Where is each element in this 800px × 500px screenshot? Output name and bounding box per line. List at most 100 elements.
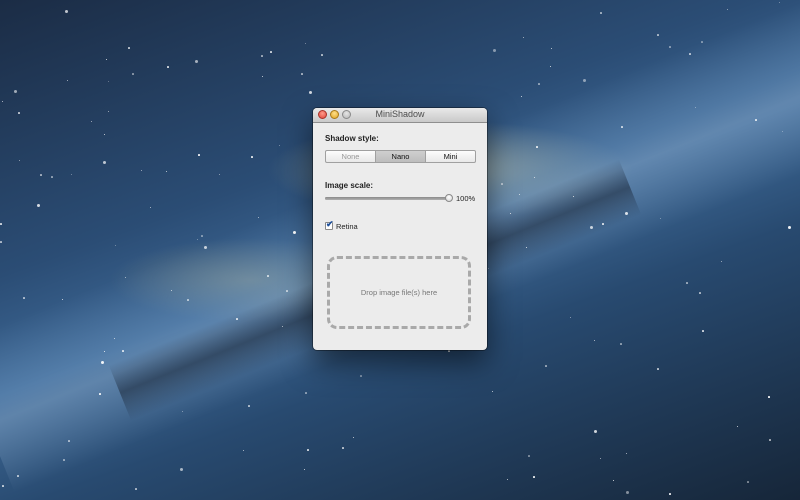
- star: [493, 49, 496, 52]
- star: [305, 43, 306, 44]
- star: [551, 48, 552, 49]
- star: [262, 76, 263, 77]
- star: [590, 226, 593, 229]
- star: [669, 46, 671, 48]
- star: [17, 475, 19, 477]
- minishadow-window: MiniShadow Shadow style: None Nano Mini …: [313, 108, 487, 350]
- star: [304, 469, 305, 470]
- star: [594, 340, 595, 341]
- star: [600, 12, 602, 14]
- star: [533, 476, 535, 478]
- star: [699, 292, 701, 294]
- segment-mini[interactable]: Mini: [426, 151, 475, 162]
- shadow-style-label: Shadow style:: [325, 134, 379, 143]
- star: [686, 282, 688, 284]
- star: [40, 174, 42, 176]
- star: [114, 338, 115, 339]
- star: [279, 145, 280, 146]
- star: [99, 393, 101, 395]
- star: [182, 411, 183, 412]
- star: [236, 318, 238, 320]
- star: [521, 96, 522, 97]
- star: [321, 54, 323, 56]
- star: [91, 121, 92, 122]
- segment-nano[interactable]: Nano: [376, 151, 426, 162]
- star: [14, 90, 17, 93]
- star: [103, 161, 106, 164]
- star: [755, 119, 757, 121]
- star: [122, 350, 124, 352]
- star: [71, 174, 72, 175]
- star: [305, 392, 307, 394]
- star: [141, 170, 142, 171]
- star: [267, 275, 269, 277]
- star: [261, 55, 263, 57]
- star: [594, 430, 597, 433]
- star: [519, 194, 520, 195]
- star: [769, 439, 771, 441]
- star: [104, 351, 105, 352]
- star: [721, 261, 722, 262]
- retina-label[interactable]: Retina: [336, 222, 358, 231]
- star: [101, 361, 104, 364]
- image-scale-value: 100%: [456, 194, 476, 203]
- star: [600, 458, 601, 459]
- star: [23, 297, 25, 299]
- star: [106, 59, 107, 60]
- star: [282, 326, 283, 327]
- title-bar[interactable]: MiniShadow: [313, 108, 487, 123]
- star: [545, 365, 547, 367]
- drop-zone-text: Drop image file(s) here: [360, 288, 438, 297]
- star: [309, 91, 312, 94]
- star: [2, 101, 3, 102]
- star: [342, 447, 344, 449]
- star: [448, 350, 450, 352]
- window-title: MiniShadow: [375, 109, 425, 119]
- star: [270, 51, 272, 53]
- star: [180, 468, 183, 471]
- star: [37, 204, 40, 207]
- shadow-style-segmented-control: None Nano Mini: [325, 150, 476, 163]
- star: [620, 343, 622, 345]
- image-scale-slider[interactable]: [325, 194, 453, 202]
- star: [258, 217, 259, 218]
- star: [243, 450, 244, 451]
- star: [125, 277, 126, 278]
- star: [695, 107, 696, 108]
- star: [115, 245, 116, 246]
- star: [570, 317, 571, 318]
- star: [583, 79, 586, 82]
- star: [536, 146, 538, 148]
- slider-knob[interactable]: [445, 194, 453, 202]
- star: [63, 459, 65, 461]
- star: [108, 81, 109, 82]
- star: [613, 480, 614, 481]
- star: [526, 247, 527, 248]
- star: [195, 60, 198, 63]
- star: [507, 479, 508, 480]
- star: [65, 10, 68, 13]
- star: [737, 426, 738, 427]
- image-drop-zone[interactable]: Drop image file(s) here: [327, 256, 471, 329]
- image-scale-label: Image scale:: [325, 181, 374, 190]
- star: [528, 455, 530, 457]
- star: [62, 299, 63, 300]
- star: [492, 391, 493, 392]
- segment-none[interactable]: None: [326, 151, 376, 162]
- star: [626, 491, 629, 494]
- star: [353, 437, 354, 438]
- star: [657, 34, 659, 36]
- star: [166, 171, 167, 172]
- star: [51, 176, 53, 178]
- star: [128, 47, 130, 49]
- star: [747, 481, 749, 483]
- star: [187, 299, 189, 301]
- star: [510, 213, 511, 214]
- star: [219, 174, 220, 175]
- star: [768, 396, 770, 398]
- star: [602, 223, 604, 225]
- star: [669, 493, 671, 495]
- star: [621, 126, 623, 128]
- star: [248, 405, 250, 407]
- retina-checkbox[interactable]: ✔: [325, 219, 334, 230]
